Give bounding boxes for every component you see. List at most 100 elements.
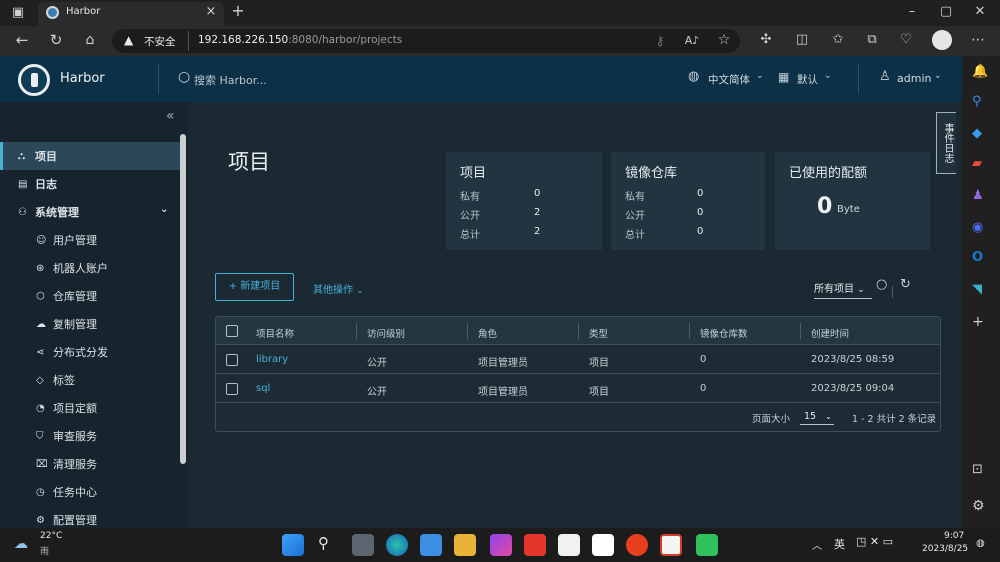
search-input[interactable]: 搜索 Harbor... (194, 72, 267, 88)
calendar-icon[interactable]: ▦ (778, 70, 789, 84)
col-creation-time[interactable]: 创建时间 (811, 326, 849, 340)
more-menu-icon[interactable]: ⋯ (970, 32, 986, 48)
split-screen-icon[interactable]: ◫ (794, 32, 810, 48)
col-type[interactable]: 类型 (589, 326, 608, 340)
notepad-icon[interactable] (420, 534, 442, 556)
tray-icons[interactable]: ◳ ✕ ▭ (856, 535, 893, 548)
sidebar-item-configuration[interactable]: ⚙ 配置管理 (0, 506, 180, 528)
refresh-table-icon[interactable]: ↻ (900, 277, 911, 292)
start-windows-icon[interactable] (282, 534, 304, 556)
key-icon[interactable]: ⚷ (652, 33, 668, 49)
maximize-icon[interactable]: ▢ (938, 4, 954, 20)
project-name-link[interactable]: library (256, 354, 288, 365)
sidebar-item-replications[interactable]: ☁ 复制管理 (0, 310, 180, 338)
select-all-checkbox[interactable] (226, 325, 238, 337)
vpn-app-icon[interactable] (490, 534, 512, 556)
sidebar-item-users[interactable]: ☺ 用户管理 (0, 226, 180, 254)
theme-selector[interactable]: 默认 (797, 72, 818, 87)
window-close-icon[interactable]: ✕ (972, 4, 988, 20)
wps-office-icon[interactable] (524, 534, 546, 556)
user-icon[interactable]: ♙ (879, 69, 891, 84)
col-role[interactable]: 角色 (478, 326, 497, 340)
search-icon[interactable]: ○ (178, 69, 190, 85)
event-logs-tab[interactable]: 事件日志 (936, 112, 956, 174)
edge-browser-icon[interactable] (386, 534, 408, 556)
row-checkbox[interactable] (226, 383, 238, 395)
file-explorer-icon[interactable] (454, 534, 476, 556)
search-sidebar-icon[interactable]: ⚲ (972, 94, 982, 109)
notification-center-icon[interactable]: ◍ (976, 538, 985, 549)
tab-close-icon[interactable]: × (204, 4, 218, 20)
browser-essentials-icon[interactable]: ♡ (898, 32, 914, 48)
clock-time[interactable]: 9:07 (944, 531, 964, 541)
extensions-icon[interactable]: ✣ (758, 32, 774, 48)
sidebar-item-registries[interactable]: ⬡ 仓库管理 (0, 282, 180, 310)
sidebar-item-projects[interactable]: ⛬ 项目 (0, 142, 180, 170)
profile-avatar-icon[interactable] (932, 30, 952, 50)
input-method-indicator[interactable]: 英 (834, 536, 845, 552)
sidebar-scrollbar[interactable] (180, 134, 186, 464)
weather-cloud-icon[interactable]: ☁ (14, 536, 28, 552)
shopping-icon[interactable]: ◆ (972, 126, 982, 141)
col-access-level[interactable]: 访问级别 (367, 326, 405, 340)
wechat-icon[interactable] (696, 534, 718, 556)
favorites-icon[interactable]: ✩ (830, 32, 846, 48)
weather-condition[interactable]: 雨 (40, 544, 49, 557)
other-actions-button[interactable]: 其他操作 ⌄ (313, 281, 364, 296)
vmware-icon[interactable] (660, 534, 682, 556)
notification-bell-icon[interactable]: 🔔 (972, 64, 988, 79)
netease-music-icon[interactable] (626, 534, 648, 556)
row-checkbox[interactable] (226, 354, 238, 366)
sidebar-layout-icon[interactable]: ⊡ (972, 462, 983, 477)
project-name-link[interactable]: sql (256, 383, 270, 394)
sidebar-item-job-service[interactable]: ◷ 任务中心 (0, 478, 180, 506)
globe-icon[interactable]: ◍ (688, 69, 699, 84)
home-icon[interactable]: ⌂ (82, 32, 98, 48)
back-icon[interactable]: ← (14, 32, 30, 48)
table-search-icon[interactable]: ○ (876, 277, 887, 292)
window-menu-icon[interactable]: ▣ (10, 5, 26, 21)
insecure-label[interactable]: 不安全 (144, 34, 176, 49)
sidebar-item-interrogation-services[interactable]: ⛉ 审查服务 (0, 422, 180, 450)
sidebar-item-robot-accounts[interactable]: ⊛ 机器人账户 (0, 254, 180, 282)
table-row[interactable]: library 公开 项目管理员 项目 0 2023/8/25 08:59 (216, 346, 940, 374)
sidebar-item-project-quotas[interactable]: ◔ 项目定额 (0, 394, 180, 422)
weather-temperature[interactable]: 22°C (40, 531, 62, 541)
url-text[interactable]: 192.168.226.150:8080/harbor/projects (198, 34, 402, 46)
new-project-button[interactable]: + 新建项目 (215, 273, 294, 301)
drop-icon[interactable]: ◥ (972, 282, 982, 297)
table-row[interactable]: sql 公开 项目管理员 项目 0 2023/8/25 09:04 (216, 375, 940, 403)
tray-chevron-icon[interactable]: ︿ (812, 537, 822, 552)
typora-icon[interactable] (558, 534, 580, 556)
document-icon[interactable] (592, 534, 614, 556)
settings-gear-icon[interactable]: ⚙ (972, 498, 985, 514)
copilot-icon[interactable]: ◉ (972, 220, 983, 235)
collapse-sidebar-icon[interactable]: « (166, 108, 175, 124)
favorite-star-icon[interactable]: ☆ (716, 32, 732, 48)
col-repo-count[interactable]: 镜像仓库数 (700, 326, 748, 340)
sidebar-item-labels[interactable]: ◇ 标签 (0, 366, 180, 394)
clock-date[interactable]: 2023/8/25 (922, 544, 968, 554)
read-aloud-icon[interactable]: A♪ (684, 33, 700, 49)
language-chevron-icon[interactable]: ⌄ (756, 71, 764, 81)
task-view-icon[interactable] (352, 534, 374, 556)
sidebar-item-clean-up[interactable]: ⌧ 清理服务 (0, 450, 180, 478)
sidebar-item-logs[interactable]: ▤ 日志 (0, 170, 180, 198)
app-name[interactable]: Harbor (60, 71, 105, 86)
user-menu[interactable]: admin (897, 72, 931, 85)
sidebar-item-admin[interactable]: ⚇ 系统管理 ⌄ (0, 198, 180, 226)
sidebar-item-distributions[interactable]: ⋖ 分布式分发 (0, 338, 180, 366)
refresh-icon[interactable]: ↻ (48, 32, 64, 48)
new-tab-icon[interactable]: + (230, 3, 246, 19)
collections-icon[interactable]: ⧉ (864, 32, 880, 48)
add-sidebar-icon[interactable]: + (972, 314, 984, 330)
page-size-select[interactable]: 15 ⌄ (800, 409, 834, 425)
minimize-icon[interactable]: – (904, 4, 920, 20)
user-chevron-icon[interactable]: ⌄ (934, 71, 942, 81)
theme-chevron-icon[interactable]: ⌄ (824, 71, 832, 81)
harbor-logo-icon[interactable] (18, 64, 50, 96)
tools-icon[interactable]: ▰ (972, 156, 982, 171)
games-icon[interactable]: ♟ (972, 188, 984, 203)
outlook-icon[interactable]: O (972, 250, 983, 265)
language-selector[interactable]: 中文简体 (708, 72, 750, 87)
